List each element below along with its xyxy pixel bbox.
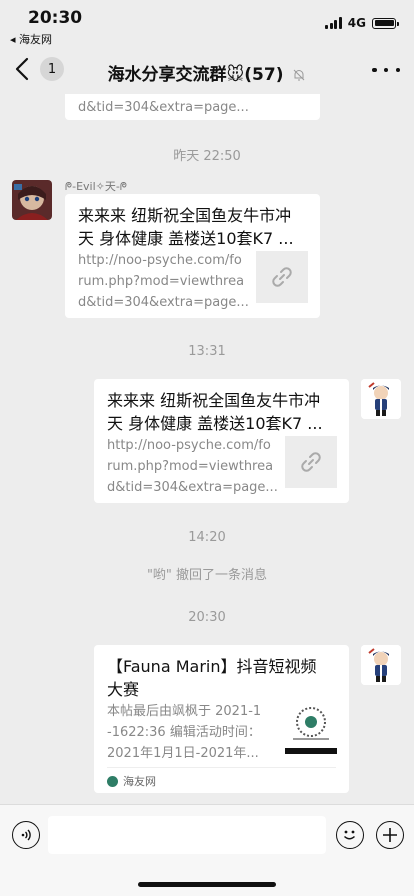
link-thumbnail <box>256 251 308 303</box>
emoji-button[interactable] <box>336 821 364 849</box>
chat-title-text: 海水分享交流群🐭(57) <box>107 65 284 85</box>
link-title: 来来来 纽斯祝全国鱼友牛市冲 天 身体健康 盖楼送10套K7 ... <box>107 391 323 433</box>
link-message-bubble[interactable]: d&tid=304&extra=page... <box>65 94 320 120</box>
chat-title: 海水分享交流群🐭(57) <box>0 60 414 85</box>
link-message-bubble[interactable]: 来来来 纽斯祝全国鱼友牛市冲 天 身体健康 盖楼送10套K7 ... http:… <box>65 194 320 318</box>
link-description: http://noo-psyche.com/fo rum.php?mod=vie… <box>78 253 249 310</box>
my-avatar[interactable] <box>361 379 401 419</box>
article-message-bubble[interactable]: 【Fauna Marin】抖音短视频 大赛 本帖最后由飒枫于 2021-1 -1… <box>94 645 349 793</box>
link-title: 来来来 纽斯祝全国鱼友牛市冲 天 身体健康 盖楼送10套K7 ... <box>78 206 294 248</box>
network-label: 4G <box>347 16 366 30</box>
home-indicator[interactable] <box>138 882 276 887</box>
timestamp: 13:31 <box>188 344 226 359</box>
timestamp: 20:30 <box>188 610 226 625</box>
back-to-app-link[interactable]: ◂ 海友网 <box>10 31 52 47</box>
timestamp: 14:20 <box>188 530 226 545</box>
status-bar: 20:30 ◂ 海友网 4G <box>0 0 414 46</box>
article-title: 【Fauna Marin】抖音短视频 大赛 <box>107 657 317 699</box>
voice-icon <box>21 829 31 841</box>
more-actions-button[interactable] <box>376 821 404 849</box>
article-source-label: 海友网 <box>123 775 156 788</box>
avatar-image <box>361 645 401 685</box>
more-options-button[interactable] <box>372 58 400 82</box>
link-icon <box>301 452 321 472</box>
divider <box>107 767 336 768</box>
voice-input-button[interactable] <box>12 821 40 849</box>
message-input[interactable] <box>48 816 326 854</box>
status-indicators: 4G <box>325 16 399 30</box>
sender-name: ᖘ-Evil✧天-ᖘ <box>65 180 127 193</box>
smiley-icon <box>343 830 356 840</box>
plus-icon <box>383 828 397 842</box>
link-message-bubble[interactable]: 来来来 纽斯祝全国鱼友牛市冲 天 身体健康 盖楼送10套K7 ... http:… <box>94 379 349 503</box>
timestamp: 昨天 22:50 <box>173 149 241 164</box>
link-description: d&tid=304&extra=page... <box>78 100 249 115</box>
avatar-image <box>361 379 401 419</box>
link-description: http://noo-psyche.com/fo rum.php?mod=vie… <box>107 438 278 495</box>
chat-header: 1 海水分享交流群🐭(57) <box>0 46 414 94</box>
article-description: 本帖最后由飒枫于 2021-1 -1622:36 编辑活动时间： 2021年1月… <box>107 704 262 761</box>
source-logo-icon <box>107 775 118 787</box>
status-time: 20:30 <box>28 8 83 28</box>
dot-icon <box>372 67 377 73</box>
link-thumbnail <box>285 436 337 488</box>
sender-avatar[interactable] <box>12 180 52 220</box>
article-thumbnail <box>285 702 337 754</box>
dot-icon <box>395 67 400 73</box>
chat-message-list[interactable]: d&tid=304&extra=page... 昨天 22:50 ᖘ-Evil✧… <box>0 94 414 804</box>
dot-icon <box>383 67 389 73</box>
recall-notice: "哟" 撤回了一条消息 <box>146 568 268 583</box>
avatar-image <box>12 180 52 220</box>
article-source: 海友网 <box>107 773 156 789</box>
bell-off-icon <box>294 69 305 81</box>
signal-icon <box>325 17 342 29</box>
battery-icon <box>372 17 399 29</box>
my-avatar[interactable] <box>361 645 401 685</box>
link-icon <box>272 267 292 287</box>
qr-thumbnail-image <box>285 702 337 754</box>
